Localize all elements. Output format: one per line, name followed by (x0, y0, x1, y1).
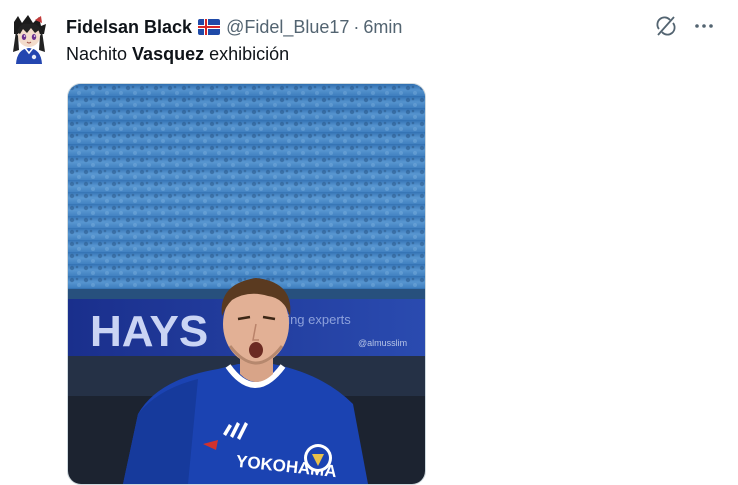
tweet-header: Fidelsan Black @Fidel_Blue17 · 6min (66, 15, 402, 39)
football-player-photo: HAYS Recruiting experts @almusslim YOKOH… (68, 84, 425, 484)
tweet-text-bold: Vasquez (132, 44, 205, 64)
separator-dot: · (353, 16, 360, 37)
banner-text: HAYS (90, 307, 208, 356)
tweet-text-part2: exhibición (204, 44, 290, 64)
anime-avatar-icon (13, 15, 46, 64)
author-display-name[interactable]: Fidelsan Black (66, 17, 192, 38)
iceland-flag-icon (198, 19, 221, 35)
more-options-icon (695, 24, 713, 28)
tweet-text: Nachito Vasquez exhibición (66, 44, 289, 65)
grok-button[interactable] (654, 14, 678, 38)
tweet-media-image[interactable]: HAYS Recruiting experts @almusslim YOKOH… (67, 83, 426, 485)
grok-icon (656, 16, 676, 36)
image-watermark: @almusslim (358, 338, 407, 348)
club-crest-icon (304, 444, 332, 472)
avatar[interactable] (8, 14, 50, 64)
tweet-text-part1: Nachito (66, 44, 133, 64)
author-handle[interactable]: @Fidel_Blue17 (226, 17, 349, 38)
tweet-timestamp[interactable]: 6min (363, 17, 402, 38)
more-options-button[interactable] (692, 14, 716, 38)
tweet-actions (654, 14, 716, 38)
tweet-card[interactable]: Fidelsan Black @Fidel_Blue17 · 6min Nach… (0, 0, 738, 485)
